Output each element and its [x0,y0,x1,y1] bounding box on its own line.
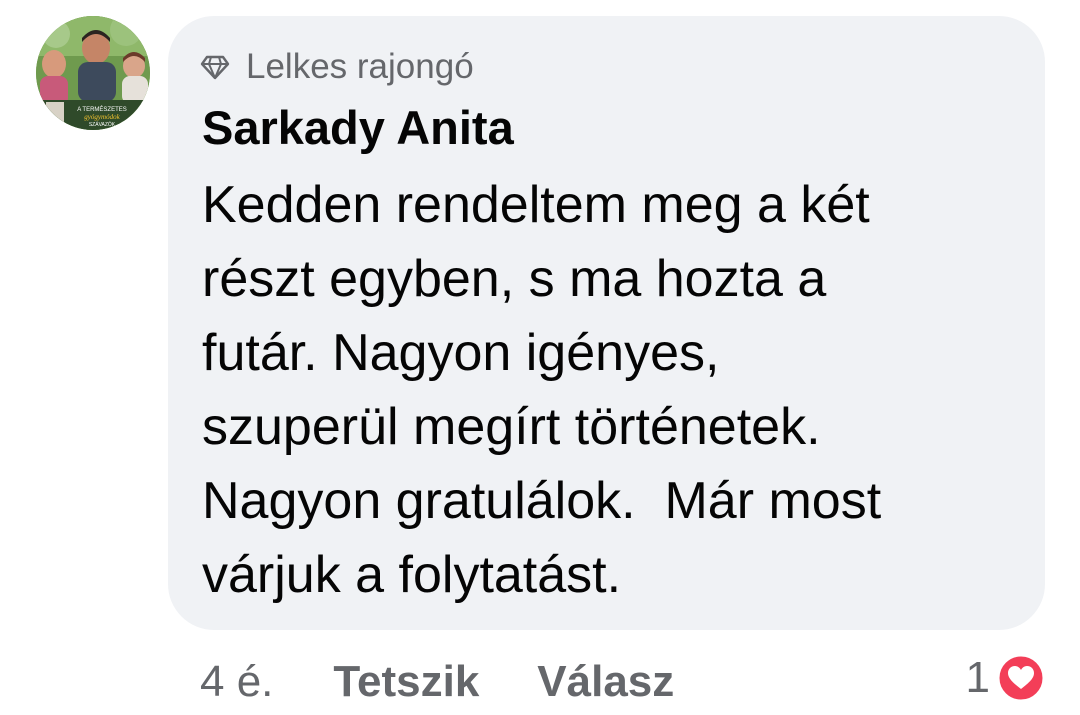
reaction-count: 1 [965,653,990,702]
author-name[interactable]: Sarkady Anita [202,100,514,156]
comment-line: Nagyon gratulálok. Már most [202,472,882,530]
profile-photo: A TERMÉSZETES gyógymódok SZÁVAZÓK [36,16,150,130]
badge-label: Lelkes rajongó [246,47,474,86]
comment-line: szuperül megírt történetek. [202,398,821,456]
comment-text: Kedden rendeltem meg a két részt egyben,… [202,168,1022,612]
reply-button[interactable]: Válasz [537,652,674,712]
avatar-caption-1: A TERMÉSZETES [77,106,127,113]
diamond-icon [200,54,230,80]
avatar-caption-3: SZÁVAZÓK [89,121,116,128]
fan-badge[interactable]: Lelkes rajongó [200,46,474,88]
comment-line: Kedden rendeltem meg a két [202,176,870,234]
comment-actions: 4 é. Tetszik Válasz [200,652,674,712]
avatar[interactable]: A TERMÉSZETES gyógymódok SZÁVAZÓK [36,16,150,130]
comment-line: futár. Nagyon igényes, [202,324,720,382]
comment-line: részt egyben, s ma hozta a [202,250,827,308]
reaction-summary[interactable]: 1 [966,650,1046,706]
avatar-caption-2: gyógymódok [84,113,120,121]
like-button[interactable]: Tetszik [333,652,479,712]
heart-icon [996,653,1046,703]
comment-line: várjuk a folytatást. [202,546,622,604]
timestamp[interactable]: 4 é. [200,652,273,712]
comment: A TERMÉSZETES gyógymódok SZÁVAZÓK Lelkes… [0,0,1080,715]
